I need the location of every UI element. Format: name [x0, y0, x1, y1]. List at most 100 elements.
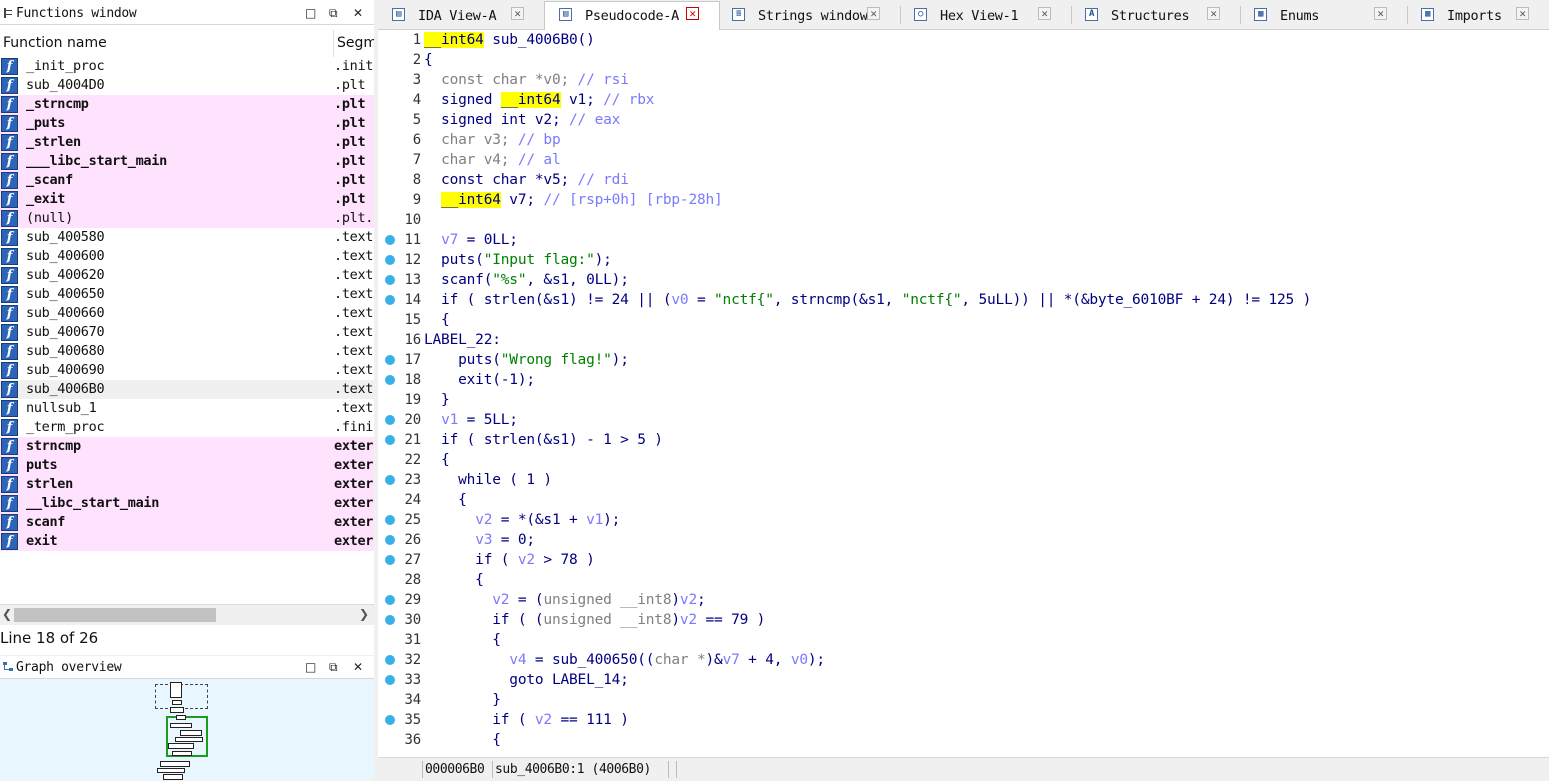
- breakpoint-dot-icon[interactable]: [385, 515, 395, 525]
- close-icon[interactable]: ✕: [353, 6, 363, 20]
- breakpoint-dot-icon[interactable]: [385, 535, 395, 545]
- code-line[interactable]: 16 LABEL_22:: [378, 330, 1549, 350]
- code-line[interactable]: 24 {: [378, 490, 1549, 510]
- breakpoint-dot-icon[interactable]: [385, 235, 395, 245]
- function-row[interactable]: f ___libc_start_main .plt: [0, 152, 374, 171]
- function-row[interactable]: f sub_400660 .text: [0, 304, 374, 323]
- function-row[interactable]: f sub_400690 .text: [0, 361, 374, 380]
- code-line[interactable]: 5 signed int v2; // eax: [378, 110, 1549, 130]
- code-line[interactable]: 33 goto LABEL_14;: [378, 670, 1549, 690]
- graph-overview-canvas[interactable]: [0, 679, 374, 780]
- code-line[interactable]: 31 {: [378, 630, 1549, 650]
- code-line[interactable]: 22 {: [378, 450, 1549, 470]
- function-row[interactable]: f _strlen .plt: [0, 133, 374, 152]
- breakpoint-dot-icon[interactable]: [385, 435, 395, 445]
- code-line[interactable]: 12 puts("Input flag:");: [378, 250, 1549, 270]
- code-line[interactable]: 32 v4 = sub_400650((char *)&v7 + 4, v0);: [378, 650, 1549, 670]
- breakpoint-dot-icon[interactable]: [385, 555, 395, 565]
- function-row[interactable]: f sub_400670 .text: [0, 323, 374, 342]
- function-row[interactable]: f _strncmp .plt: [0, 95, 374, 114]
- code-line[interactable]: 27 if ( v2 > 78 ): [378, 550, 1549, 570]
- code-line[interactable]: 15 {: [378, 310, 1549, 330]
- breakpoint-dot-icon[interactable]: [385, 375, 395, 385]
- function-row[interactable]: f sub_400650 .text: [0, 285, 374, 304]
- horizontal-scrollbar[interactable]: ❮ ❯: [0, 604, 374, 625]
- code-line[interactable]: 11 v7 = 0LL;: [378, 230, 1549, 250]
- scrollbar-thumb[interactable]: [14, 608, 216, 622]
- function-row[interactable]: f __libc_start_main exter: [0, 494, 374, 513]
- code-line[interactable]: 19 }: [378, 390, 1549, 410]
- column-header-segment[interactable]: Segm: [334, 30, 377, 57]
- code-line[interactable]: 3 const char *v0; // rsi: [378, 70, 1549, 90]
- code-line[interactable]: 1 __int64 sub_4006B0(): [378, 30, 1549, 50]
- code-line[interactable]: 14 if ( strlen(&s1) != 24 || (v0 = "nctf…: [378, 290, 1549, 310]
- code-line[interactable]: 25 v2 = *(&s1 + v1);: [378, 510, 1549, 530]
- function-row[interactable]: f _puts .plt: [0, 114, 374, 133]
- function-row[interactable]: f sub_400580 .text: [0, 228, 374, 247]
- code-line[interactable]: 34 }: [378, 690, 1549, 710]
- tab-pseudocode-a[interactable]: ▤ Pseudocode-A ✕: [544, 1, 720, 31]
- code-line[interactable]: 9 __int64 v7; // [rsp+0h] [rbp-28h]: [378, 190, 1549, 210]
- breakpoint-dot-icon[interactable]: [385, 655, 395, 665]
- function-row[interactable]: f strlen exter: [0, 475, 374, 494]
- pseudocode-view[interactable]: 1 __int64 sub_4006B0() 2{3 const char *v0;…: [378, 30, 1549, 757]
- tab-close-icon[interactable]: ✕: [511, 7, 524, 20]
- code-line[interactable]: 4 signed __int64 v1; // rbx: [378, 90, 1549, 110]
- tab-close-icon[interactable]: ✕: [1038, 7, 1051, 20]
- tab-structures[interactable]: A Structures ✕: [1071, 2, 1240, 29]
- function-row[interactable]: f _exit .plt: [0, 190, 374, 209]
- functions-list[interactable]: f _init_proc .init f sub_4004D0 .plt f _strncmp…: [0, 57, 374, 604]
- breakpoint-dot-icon[interactable]: [385, 475, 395, 485]
- tab-enums[interactable]: ▦ Enums ✕: [1240, 2, 1407, 29]
- function-row[interactable]: f _scanf .plt: [0, 171, 374, 190]
- function-row[interactable]: f sub_400600 .text: [0, 247, 374, 266]
- breakpoint-dot-icon[interactable]: [385, 275, 395, 285]
- code-line[interactable]: 7 char v4; // al: [378, 150, 1549, 170]
- column-header-function-name[interactable]: Function name: [0, 30, 334, 57]
- tab-close-icon[interactable]: ✕: [686, 7, 699, 20]
- function-row[interactable]: f sub_400620 .text: [0, 266, 374, 285]
- function-row[interactable]: f nullsub_1 .text: [0, 399, 374, 418]
- tab-imports[interactable]: ▦ Imports ✕: [1407, 2, 1549, 29]
- breakpoint-dot-icon[interactable]: [385, 595, 395, 605]
- code-line[interactable]: 8 const char *v5; // rdi: [378, 170, 1549, 190]
- breakpoint-dot-icon[interactable]: [385, 355, 395, 365]
- tab-close-icon[interactable]: ✕: [1374, 7, 1387, 20]
- maximize-icon[interactable]: □: [305, 660, 316, 674]
- tab-hex-view-1[interactable]: ○ Hex View-1 ✕: [900, 2, 1071, 29]
- tab-ida-view-a[interactable]: ▤ IDA View-A ✕: [378, 2, 544, 29]
- code-line[interactable]: 29 v2 = (unsigned __int8)v2;: [378, 590, 1549, 610]
- function-row[interactable]: f puts exter: [0, 456, 374, 475]
- function-row[interactable]: f sub_4004D0 .plt: [0, 76, 374, 95]
- tab-strings-window[interactable]: ≡ Strings window ✕: [718, 2, 900, 29]
- scroll-left-icon[interactable]: ❮: [2, 607, 12, 621]
- function-row[interactable]: f scanf exter: [0, 513, 374, 532]
- code-line[interactable]: 26 v3 = 0;: [378, 530, 1549, 550]
- tab-close-icon[interactable]: ✕: [1207, 7, 1220, 20]
- code-line[interactable]: 10: [378, 210, 1549, 230]
- restore-icon[interactable]: ⧉: [329, 6, 338, 20]
- restore-icon[interactable]: ⧉: [329, 660, 338, 674]
- code-line[interactable]: 23 while ( 1 ): [378, 470, 1549, 490]
- code-line[interactable]: 28 {: [378, 570, 1549, 590]
- tab-close-icon[interactable]: ✕: [1516, 7, 1529, 20]
- code-line[interactable]: 21 if ( strlen(&s1) - 1 > 5 ): [378, 430, 1549, 450]
- function-row[interactable]: f _term_proc .fini: [0, 418, 374, 437]
- breakpoint-dot-icon[interactable]: [385, 715, 395, 725]
- code-line[interactable]: 30 if ( (unsigned __int8)v2 == 79 ): [378, 610, 1549, 630]
- function-row[interactable]: f (null) .plt.: [0, 209, 374, 228]
- code-line[interactable]: 6 char v3; // bp: [378, 130, 1549, 150]
- code-line[interactable]: 35 if ( v2 == 111 ): [378, 710, 1549, 730]
- breakpoint-dot-icon[interactable]: [385, 295, 395, 305]
- function-row[interactable]: f sub_4006B0 .text: [0, 380, 374, 399]
- code-line[interactable]: 20 v1 = 5LL;: [378, 410, 1549, 430]
- scroll-right-icon[interactable]: ❯: [359, 607, 369, 621]
- function-row[interactable]: f exit exter: [0, 532, 374, 551]
- maximize-icon[interactable]: □: [305, 6, 316, 20]
- function-row[interactable]: f _init_proc .init: [0, 57, 374, 76]
- breakpoint-dot-icon[interactable]: [385, 675, 395, 685]
- code-line[interactable]: 18 exit(-1);: [378, 370, 1549, 390]
- function-row[interactable]: f sub_400680 .text: [0, 342, 374, 361]
- code-line[interactable]: 2{: [378, 50, 1549, 70]
- function-row[interactable]: f strncmp exter: [0, 437, 374, 456]
